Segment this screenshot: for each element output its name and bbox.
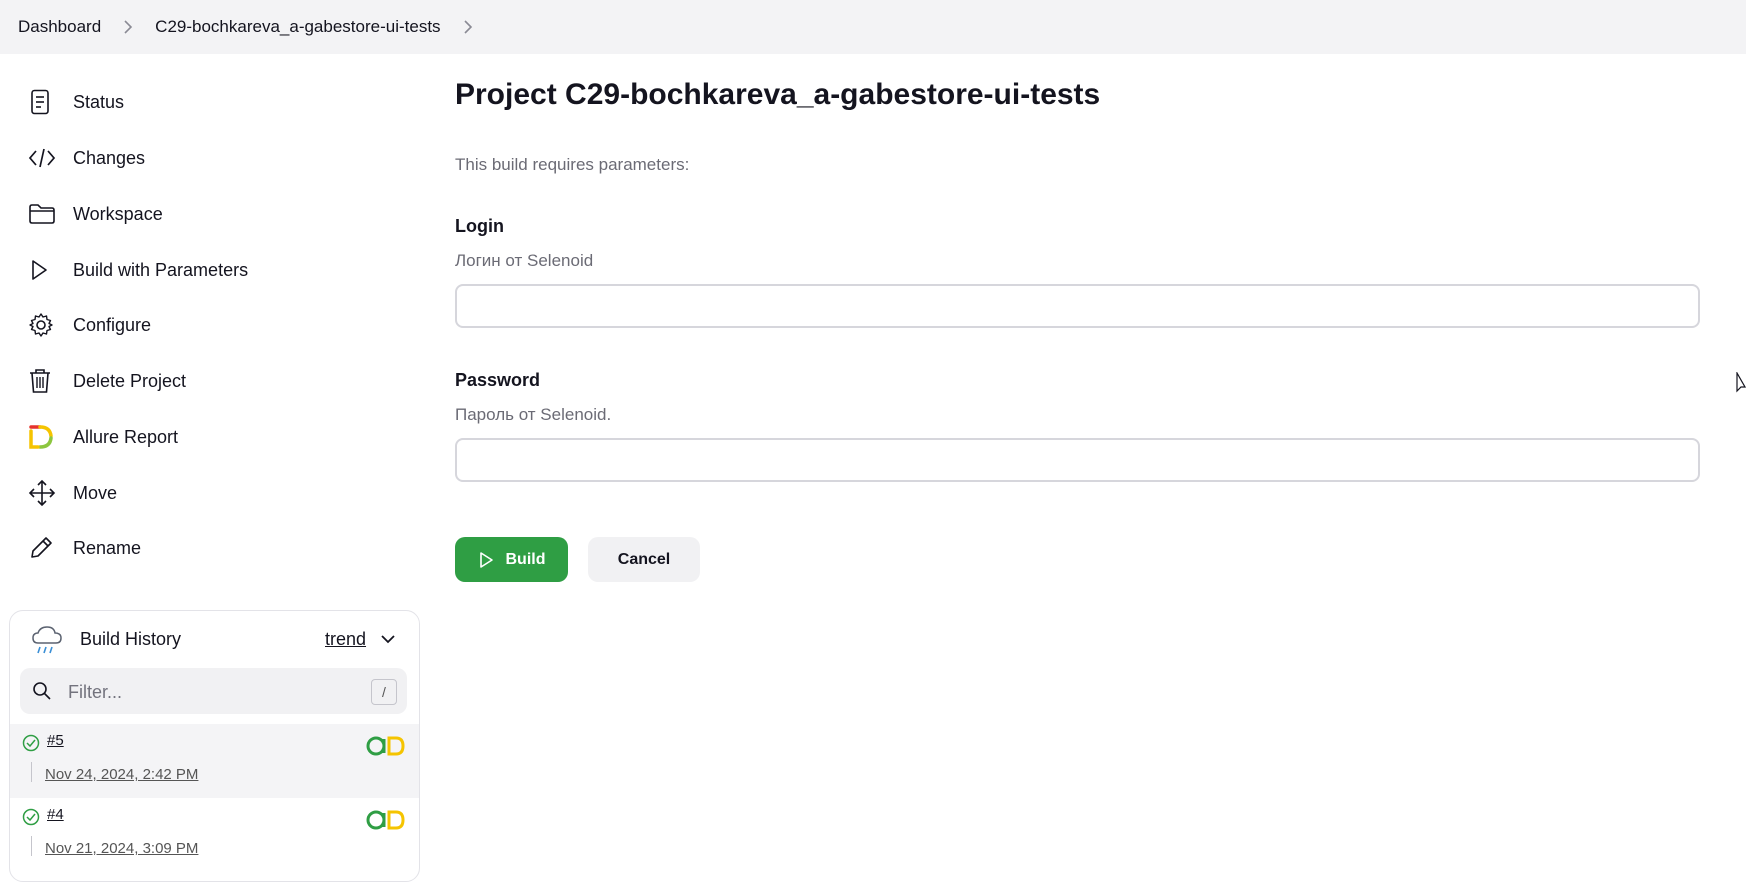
play-icon	[479, 551, 493, 568]
sidebar-item-label: Move	[73, 482, 118, 503]
build-button[interactable]: Build	[455, 537, 568, 582]
sidebar-item-delete-project[interactable]: Delete Project	[28, 361, 186, 401]
allure-report-icon[interactable]	[366, 809, 406, 836]
sidebar-item-label: Build with Parameters	[73, 259, 249, 280]
build-date-link[interactable]: Nov 24, 2024, 2:42 PM	[45, 766, 198, 783]
divider	[31, 762, 32, 782]
build-filter: /	[20, 668, 407, 716]
pencil-icon	[28, 533, 58, 563]
sidebar-item-rename[interactable]: Rename	[28, 528, 141, 568]
build-row: #5 Nov 24, 2024, 2:42 PM	[10, 724, 419, 798]
password-field[interactable]	[455, 438, 1700, 482]
sidebar-item-allure-report[interactable]: Allure Report	[28, 417, 178, 457]
build-filter-input[interactable]	[66, 668, 330, 716]
login-field[interactable]	[455, 284, 1700, 328]
sidebar-item-status[interactable]: Status	[28, 82, 124, 122]
sidebar-item-changes[interactable]: Changes	[28, 138, 145, 178]
sidebar-item-label: Allure Report	[73, 426, 179, 447]
allure-icon	[28, 422, 58, 452]
build-number-link[interactable]: #5	[47, 732, 64, 749]
login-description: Логин от Selenoid	[455, 251, 594, 270]
chevron-right-icon[interactable]	[463, 20, 473, 34]
sidebar-item-label: Status	[73, 91, 125, 112]
chevron-right-icon	[123, 20, 133, 34]
password-label: Password	[455, 370, 541, 390]
breadcrumb: Dashboard C29-bochkareva_a-gabestore-ui-…	[0, 0, 1746, 54]
search-icon	[32, 681, 52, 706]
move-icon	[28, 478, 58, 508]
sidebar-item-label: Configure	[73, 314, 152, 335]
build-number-link[interactable]: #4	[47, 806, 64, 823]
divider	[31, 836, 32, 856]
trend-link[interactable]: trend	[325, 629, 366, 650]
sidebar-item-build-with-parameters[interactable]: Build with Parameters	[28, 250, 248, 290]
chevron-down-icon[interactable]	[380, 631, 396, 652]
sidebar-item-workspace[interactable]: Workspace	[28, 194, 163, 234]
folder-icon	[28, 199, 58, 229]
success-check-icon	[22, 734, 40, 757]
weather-rain-icon	[30, 623, 64, 662]
build-date-link[interactable]: Nov 21, 2024, 3:09 PM	[45, 840, 198, 857]
build-history-header: Build History trend	[10, 611, 419, 667]
build-history-title: Build History	[80, 629, 182, 649]
allure-report-icon[interactable]	[366, 735, 406, 762]
success-check-icon	[22, 808, 40, 831]
cancel-button-label: Cancel	[617, 550, 671, 568]
document-icon	[28, 87, 58, 117]
sidebar-item-label: Workspace	[73, 203, 163, 224]
code-icon	[28, 143, 58, 173]
password-description: Пароль от Selenoid.	[455, 405, 612, 424]
page-title: Project C29-bochkareva_a-gabestore-ui-te…	[455, 78, 1101, 111]
mouse-cursor-icon	[1736, 370, 1746, 399]
keyboard-shortcut-hint: /	[371, 679, 397, 705]
sidebar-item-label: Delete Project	[73, 370, 187, 391]
gear-icon	[28, 310, 58, 340]
sidebar-item-move[interactable]: Move	[28, 473, 117, 513]
breadcrumb-dashboard[interactable]: Dashboard	[18, 17, 101, 37]
sidebar-item-label: Changes	[73, 147, 146, 168]
trash-icon	[28, 366, 58, 396]
parameters-intro: This build requires parameters:	[455, 155, 690, 174]
sidebar-item-label: Rename	[73, 537, 142, 558]
build-row: #4 Nov 21, 2024, 3:09 PM	[10, 798, 419, 872]
build-button-label: Build	[505, 550, 546, 568]
play-icon	[28, 255, 58, 285]
login-label: Login	[455, 216, 504, 236]
build-history-panel: Build History trend / #5 Nov 24, 2024, 2…	[9, 610, 420, 882]
breadcrumb-project[interactable]: C29-bochkareva_a-gabestore-ui-tests	[155, 17, 440, 37]
cancel-button[interactable]: Cancel	[588, 537, 700, 582]
sidebar-item-configure[interactable]: Configure	[28, 305, 151, 345]
